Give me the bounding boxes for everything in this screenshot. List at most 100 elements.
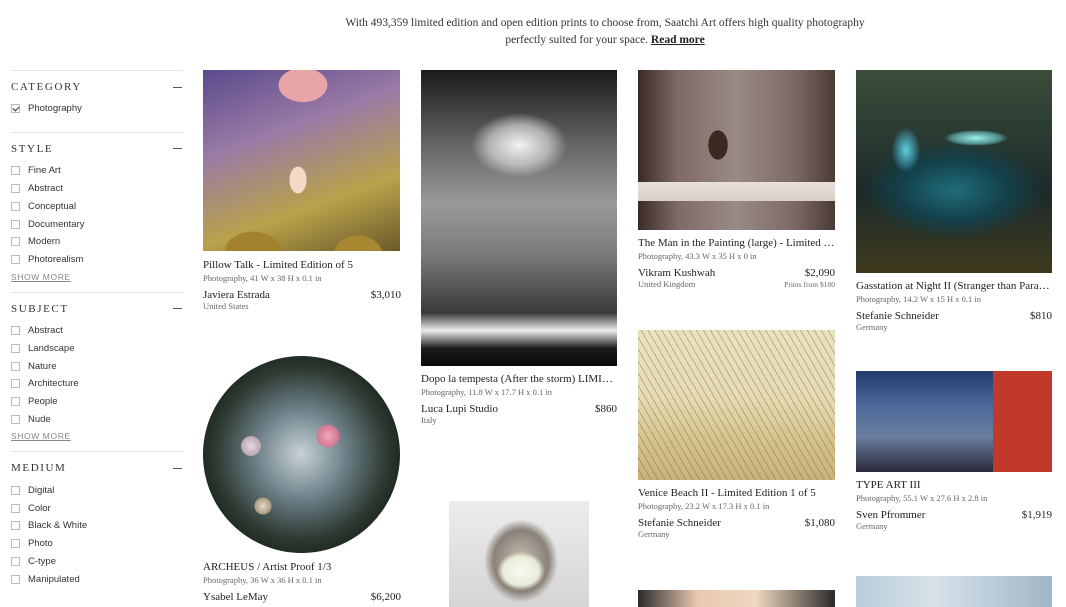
artist-name[interactable]: Luca Lupi Studio [421, 403, 498, 415]
artwork-card: Pillow Talk - Limited Edition of 5 Photo… [203, 259, 401, 311]
checkbox-icon[interactable] [11, 219, 20, 229]
checkbox-icon[interactable] [11, 343, 20, 353]
artwork-card: Gasstation at Night II (Stranger than Pa… [856, 280, 1052, 332]
checkbox-icon[interactable] [11, 325, 20, 335]
artwork-image-type-art[interactable] [856, 371, 1052, 472]
filter-label: Photo [28, 538, 53, 550]
artwork-title[interactable]: TYPE ART III [856, 479, 1052, 491]
artist-country: Germany [856, 322, 888, 332]
collapse-icon[interactable] [173, 308, 182, 310]
artwork-price: $810 [1030, 310, 1052, 322]
show-more-link[interactable]: SHOW MORE [11, 272, 183, 284]
filter-option[interactable]: C-type [11, 553, 183, 571]
artwork-meta: Photography, 43.3 W x 35 H x 0 in [638, 251, 757, 261]
artwork-title[interactable]: Venice Beach II - Limited Edition 1 of 5 [638, 487, 835, 499]
artwork-image-gasstation[interactable] [856, 70, 1052, 273]
artwork-image-archeus[interactable] [203, 356, 400, 553]
facet-subject-header[interactable]: SUBJECT [11, 302, 183, 316]
read-more-link[interactable]: Read more [651, 34, 705, 46]
checkbox-icon[interactable] [11, 539, 20, 549]
artist-country: Italy [421, 415, 437, 425]
artwork-card: ARCHEUS / Artist Proof 1/3 Photography, … [203, 561, 401, 603]
filter-label: Abstract [28, 324, 63, 336]
filter-option[interactable]: Nature [11, 357, 183, 375]
artist-name[interactable]: Javiera Estrada [203, 289, 270, 301]
artwork-meta: Photography, 55.1 W x 27.6 H x 2.8 in [856, 493, 988, 503]
checkbox-icon[interactable] [11, 183, 20, 193]
checkbox-icon[interactable] [11, 201, 20, 211]
artist-name[interactable]: Stefanie Schneider [638, 517, 721, 529]
artwork-image-pillow-talk[interactable] [203, 70, 400, 251]
checkbox-icon[interactable] [11, 397, 20, 407]
checkbox-icon[interactable] [11, 166, 20, 176]
artwork-image-man-in-painting[interactable] [638, 70, 835, 230]
filter-option[interactable]: Fine Art [11, 162, 183, 180]
facet-medium-header[interactable]: MEDIUM [11, 461, 183, 475]
artist-country: Germany [638, 529, 670, 539]
artist-name[interactable]: Stefanie Schneider [856, 310, 939, 322]
artwork-image-storm-sky[interactable] [421, 70, 617, 366]
filter-option[interactable]: Digital [11, 481, 183, 499]
filter-option[interactable]: Documentary [11, 215, 183, 233]
filter-label: C-type [28, 555, 56, 567]
checkbox-icon[interactable] [11, 485, 20, 495]
filter-label: Conceptual [28, 200, 77, 212]
collapse-icon[interactable] [173, 467, 182, 469]
filter-option[interactable]: Nude [11, 411, 183, 429]
filter-label: People [28, 396, 58, 408]
filter-option-photography[interactable]: Photography [11, 100, 183, 118]
facet-title: STYLE [11, 142, 54, 155]
artist-name[interactable]: Ysabel LeMay [203, 591, 268, 603]
filter-option[interactable]: People [11, 393, 183, 411]
artwork-title[interactable]: Dopo la tempesta (After the storm) LIMIT… [421, 373, 617, 385]
filter-option[interactable]: Abstract [11, 180, 183, 198]
filter-option[interactable]: Architecture [11, 375, 183, 393]
checkbox-icon[interactable] [11, 361, 20, 371]
show-more-link[interactable]: SHOW MORE [11, 431, 183, 443]
checkbox-icon[interactable] [11, 556, 20, 566]
filter-option[interactable]: Color [11, 499, 183, 517]
filter-label: Nude [28, 413, 51, 425]
artwork-card: TYPE ART III Photography, 55.1 W x 27.6 … [856, 479, 1052, 531]
filter-option[interactable]: Landscape [11, 339, 183, 357]
filter-option[interactable]: Black & White [11, 517, 183, 535]
artwork-image-partial-portrait[interactable] [638, 590, 835, 607]
filter-label: Documentary [28, 218, 85, 230]
filter-option[interactable]: Manipulated [11, 570, 183, 588]
artist-name[interactable]: Sven Pfrommer [856, 509, 925, 521]
filter-label: Photography [28, 103, 82, 115]
artwork-title[interactable]: Pillow Talk - Limited Edition of 5 [203, 259, 401, 271]
artwork-title[interactable]: Gasstation at Night II (Stranger than Pa… [856, 280, 1052, 292]
artwork-image-venice-beach[interactable] [638, 330, 835, 480]
artwork-meta: Photography, 41 W x 38 H x 0.1 in [203, 273, 322, 283]
filter-option[interactable]: Modern [11, 233, 183, 251]
checkbox-icon[interactable] [11, 521, 20, 531]
checkbox-icon[interactable] [11, 255, 20, 265]
filter-option[interactable]: Abstract [11, 322, 183, 340]
artwork-title[interactable]: ARCHEUS / Artist Proof 1/3 [203, 561, 401, 573]
checkbox-icon[interactable] [11, 503, 20, 513]
filter-option[interactable]: Photorealism [11, 251, 183, 269]
filter-option[interactable]: Conceptual [11, 197, 183, 215]
checkbox-icon[interactable] [11, 414, 20, 424]
prints-from-label[interactable]: Prints from $100 [784, 280, 835, 289]
artwork-card: Dopo la tempesta (After the storm) LIMIT… [421, 373, 617, 425]
checkbox-icon[interactable] [11, 379, 20, 389]
artwork-price: $6,200 [370, 591, 401, 603]
checkbox-icon[interactable] [11, 237, 20, 247]
collapse-icon[interactable] [173, 86, 182, 88]
collapse-icon[interactable] [173, 148, 182, 150]
checkbox-icon[interactable] [11, 574, 20, 584]
checkbox-checked-icon[interactable] [11, 104, 20, 114]
artwork-image-flower-portrait[interactable] [449, 501, 589, 607]
artwork-price: $3,010 [370, 289, 401, 301]
filter-option[interactable]: Photo [11, 535, 183, 553]
artwork-meta: Photography, 36 W x 36 H x 0.1 in [203, 575, 322, 585]
artwork-title[interactable]: The Man in the Painting (large) - Limite… [638, 237, 835, 249]
artist-country: Germany [856, 521, 888, 531]
facet-category-header[interactable]: CATEGORY [11, 80, 183, 94]
artwork-image-partial-sea[interactable] [856, 576, 1052, 607]
artist-name[interactable]: Vikram Kushwah [638, 267, 715, 279]
facet-title: CATEGORY [11, 81, 82, 93]
facet-style-header[interactable]: STYLE [11, 142, 183, 156]
